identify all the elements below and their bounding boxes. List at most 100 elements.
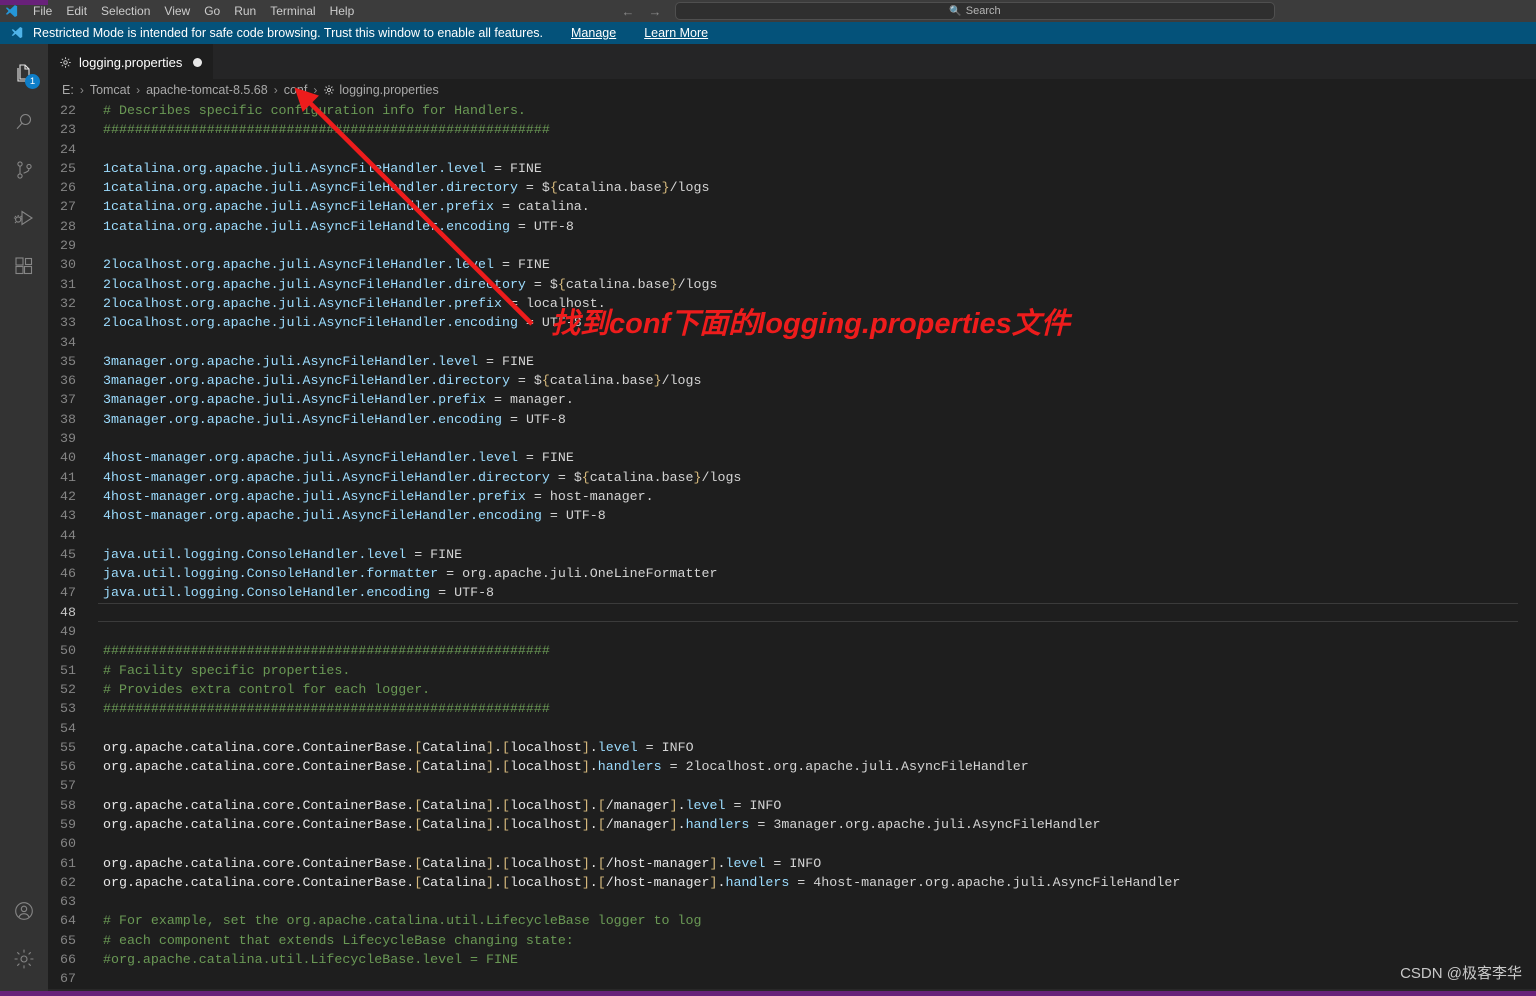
code-token: = [518, 180, 542, 195]
manage-link[interactable]: Manage [571, 26, 616, 40]
code-line[interactable]: 59org.apache.catalina.core.ContainerBase… [48, 815, 1536, 834]
code-line[interactable]: 46java.util.logging.ConsoleHandler.forma… [48, 564, 1536, 583]
code-token: = [478, 354, 502, 369]
breadcrumb-item-apachetomcat8.5.68[interactable]: apache-tomcat-8.5.68 [146, 83, 268, 97]
code-line[interactable]: 312localhost.org.apache.juli.AsyncFileHa… [48, 275, 1536, 294]
code-line[interactable]: 24 [48, 140, 1536, 159]
line-number: 50 [48, 641, 98, 660]
code-token: # Facility specific properties. [103, 663, 350, 678]
breadcrumb-item-conf[interactable]: conf [284, 83, 308, 97]
code-line-text: 1catalina.org.apache.juli.AsyncFileHandl… [98, 178, 1536, 197]
code-line[interactable]: 56org.apache.catalina.core.ContainerBase… [48, 757, 1536, 776]
code-token: handlers [598, 759, 662, 774]
code-line[interactable]: 23######################################… [48, 120, 1536, 139]
code-token: } [694, 470, 702, 485]
menu-item-selection[interactable]: Selection [94, 0, 157, 22]
code-line[interactable]: 49 [48, 622, 1536, 641]
menu-item-view[interactable]: View [157, 0, 197, 22]
code-token: ] [582, 759, 590, 774]
line-number: 38 [48, 410, 98, 429]
code-line[interactable]: 373manager.org.apache.juli.AsyncFileHand… [48, 390, 1536, 409]
menu-item-terminal[interactable]: Terminal [263, 0, 322, 22]
code-line[interactable]: 383manager.org.apache.juli.AsyncFileHand… [48, 410, 1536, 429]
line-number: 54 [48, 719, 98, 738]
sidebar-item-run-and-debug[interactable] [0, 194, 48, 242]
breadcrumb-item-tomcat[interactable]: Tomcat [90, 83, 130, 97]
code-line[interactable]: 434host-manager.org.apache.juli.AsyncFil… [48, 506, 1536, 525]
sidebar-item-extensions[interactable] [0, 242, 48, 290]
menu-item-edit[interactable]: Edit [59, 0, 94, 22]
go-back-button[interactable]: ← [620, 4, 636, 19]
code-line[interactable]: 65# each component that extends Lifecycl… [48, 931, 1536, 950]
code-line[interactable]: 29 [48, 236, 1536, 255]
code-line[interactable]: 353manager.org.apache.juli.AsyncFileHand… [48, 352, 1536, 371]
sidebar-item-source-control[interactable] [0, 146, 48, 194]
code-line-text: 3manager.org.apache.juli.AsyncFileHandle… [98, 371, 1536, 390]
code-line[interactable]: 53######################################… [48, 699, 1536, 718]
code-line[interactable]: 60 [48, 834, 1536, 853]
code-token: { [550, 180, 558, 195]
unsaved-indicator-dot[interactable] [193, 58, 202, 67]
code-line[interactable]: 39 [48, 429, 1536, 448]
code-token: ] [582, 740, 590, 755]
code-token: ] [582, 817, 590, 832]
code-editor[interactable]: 22# Describes specific configuration inf… [48, 101, 1536, 991]
status-bar[interactable] [0, 991, 1536, 996]
code-line[interactable]: 22# Describes specific configuration inf… [48, 101, 1536, 120]
code-token: 2localhost.org.apache.juli.AsyncFileHand… [103, 315, 518, 330]
code-line[interactable]: 57 [48, 776, 1536, 795]
code-token: UTF-8 [526, 412, 566, 427]
sidebar-item-manage-settings[interactable] [0, 935, 48, 983]
code-line[interactable]: 47java.util.logging.ConsoleHandler.encod… [48, 583, 1536, 602]
sidebar-item-accounts[interactable] [0, 887, 48, 935]
code-token: = [789, 875, 813, 890]
learn-more-link[interactable]: Learn More [644, 26, 708, 40]
code-line[interactable]: 414host-manager.org.apache.juli.AsyncFil… [48, 468, 1536, 487]
code-line[interactable]: 64# For example, set the org.apache.cata… [48, 911, 1536, 930]
code-line[interactable]: 424host-manager.org.apache.juli.AsyncFil… [48, 487, 1536, 506]
code-token: = [749, 817, 773, 832]
code-token: # Describes specific configuration info … [103, 103, 526, 118]
menu-item-go[interactable]: Go [197, 0, 227, 22]
line-number: 41 [48, 468, 98, 487]
code-line[interactable]: 52# Provides extra control for each logg… [48, 680, 1536, 699]
code-token: [ [414, 875, 422, 890]
code-line[interactable]: 271catalina.org.apache.juli.AsyncFileHan… [48, 197, 1536, 216]
sidebar-item-explorer[interactable]: 1 [0, 50, 48, 98]
code-token: handlers [686, 817, 750, 832]
code-line[interactable]: 62org.apache.catalina.core.ContainerBase… [48, 873, 1536, 892]
code-token: [ [502, 817, 510, 832]
code-line[interactable]: 48 [48, 603, 1536, 622]
breadcrumb-item-logging.properties[interactable]: logging.properties [339, 83, 438, 97]
gear-file-icon [59, 56, 72, 69]
command-center-search[interactable]: 🔍 Search [675, 2, 1275, 20]
code-line[interactable]: 44 [48, 526, 1536, 545]
code-line[interactable]: 55org.apache.catalina.core.ContainerBase… [48, 738, 1536, 757]
code-line[interactable]: 363manager.org.apache.juli.AsyncFileHand… [48, 371, 1536, 390]
menu-item-run[interactable]: Run [227, 0, 263, 22]
code-line[interactable]: 281catalina.org.apache.juli.AsyncFileHan… [48, 217, 1536, 236]
go-forward-button[interactable]: → [647, 4, 663, 19]
editor-tab-logging-properties[interactable]: logging.properties [48, 44, 213, 79]
code-line[interactable]: 45java.util.logging.ConsoleHandler.level… [48, 545, 1536, 564]
code-line[interactable]: 251catalina.org.apache.juli.AsyncFileHan… [48, 159, 1536, 178]
code-line[interactable]: 61org.apache.catalina.core.ContainerBase… [48, 854, 1536, 873]
line-number: 58 [48, 796, 98, 815]
line-number: 51 [48, 661, 98, 680]
code-line[interactable]: 66#org.apache.catalina.util.LifecycleBas… [48, 950, 1536, 969]
sidebar-item-search[interactable] [0, 98, 48, 146]
status-bar-remote-indicator[interactable] [0, 0, 48, 5]
code-token: = [518, 315, 542, 330]
code-line[interactable]: 63 [48, 892, 1536, 911]
code-line[interactable]: 58org.apache.catalina.core.ContainerBase… [48, 796, 1536, 815]
breadcrumb-item-e[interactable]: E: [62, 83, 74, 97]
activity-bar: 1 [0, 44, 48, 991]
menu-item-help[interactable]: Help [323, 0, 362, 22]
code-line[interactable]: 50######################################… [48, 641, 1536, 660]
code-line[interactable]: 67 [48, 969, 1536, 988]
code-line[interactable]: 51 # Facility specific properties. [48, 661, 1536, 680]
code-line[interactable]: 404host-manager.org.apache.juli.AsyncFil… [48, 448, 1536, 467]
code-line[interactable]: 261catalina.org.apache.juli.AsyncFileHan… [48, 178, 1536, 197]
code-line[interactable]: 54 [48, 719, 1536, 738]
code-line[interactable]: 302localhost.org.apache.juli.AsyncFileHa… [48, 255, 1536, 274]
